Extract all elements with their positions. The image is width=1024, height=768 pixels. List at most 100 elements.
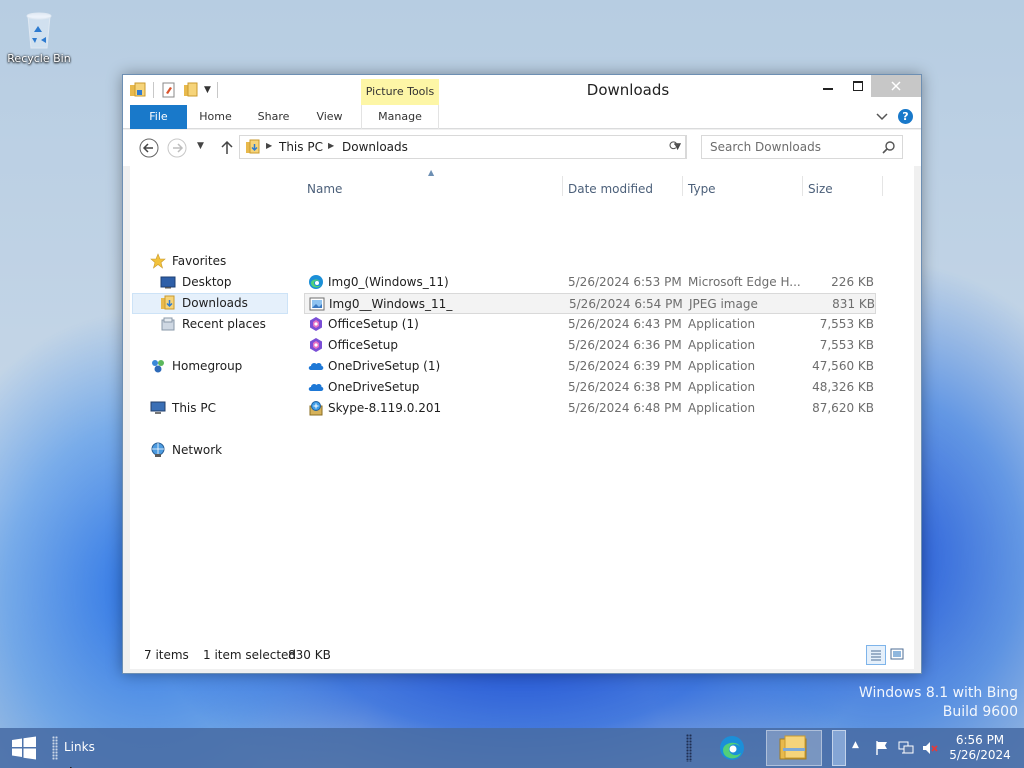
file-name: OneDriveSetup — [328, 380, 420, 394]
details-view-button[interactable] — [866, 645, 886, 665]
file-row[interactable]: OfficeSetup 5/26/2024 6:36 PM Applicatio… — [304, 335, 876, 356]
toolbar-grip[interactable] — [686, 734, 692, 762]
search-input[interactable] — [702, 136, 872, 158]
mouse-pointer-icon — [69, 762, 78, 768]
homegroup-icon — [150, 358, 167, 374]
picture-tools-context-label: Picture Tools — [361, 79, 439, 107]
file-name: OneDriveSetup (1) — [328, 359, 441, 373]
breadcrumb-separator-icon[interactable]: ▶ — [328, 141, 334, 150]
search-box[interactable] — [701, 135, 903, 159]
computer-icon — [150, 400, 167, 416]
file-size: 48,326 KB — [812, 380, 874, 394]
column-separator[interactable] — [682, 176, 683, 196]
file-type: Application — [688, 380, 756, 394]
start-button[interactable] — [10, 736, 38, 760]
file-name: Skype-8.119.0.201 — [328, 401, 442, 415]
status-item-count: 7 items — [144, 648, 189, 662]
maximize-button[interactable] — [843, 75, 873, 97]
column-header-type[interactable]: Type — [688, 182, 716, 196]
minimize-button[interactable] — [813, 75, 843, 97]
tab-file[interactable]: File — [130, 105, 187, 129]
file-size: 7,553 KB — [819, 338, 874, 352]
toolbar-grip[interactable] — [52, 736, 58, 760]
customize-qat-icon[interactable]: ▼ — [204, 85, 211, 95]
column-separator[interactable] — [882, 176, 883, 196]
status-selection-size: 830 KB — [288, 648, 331, 662]
help-icon[interactable]: ? — [898, 109, 913, 124]
properties-icon[interactable] — [160, 81, 178, 99]
file-row[interactable]: OfficeSetup (1) 5/26/2024 6:43 PM Applic… — [304, 314, 876, 335]
tab-home[interactable]: Home — [193, 105, 238, 129]
file-type: Microsoft Edge H... — [688, 275, 801, 289]
file-type: Application — [688, 338, 756, 352]
column-separator[interactable] — [562, 176, 563, 196]
file-date: 5/26/2024 6:54 PM — [569, 297, 683, 311]
tab-share[interactable]: Share — [251, 105, 296, 129]
taskbar: Links ▲ 6:56 PM 5/26/2024 — [0, 728, 1024, 768]
forward-button[interactable] — [167, 138, 187, 158]
file-date: 5/26/2024 6:43 PM — [568, 317, 682, 331]
quick-access-toolbar: ▼ — [129, 81, 220, 99]
file-size: 87,620 KB — [812, 401, 874, 415]
office-icon — [308, 316, 324, 332]
status-selection: 1 item selected — [203, 648, 297, 662]
search-icon[interactable] — [882, 140, 896, 154]
show-hidden-icons-icon[interactable]: ▲ — [852, 740, 859, 750]
setup-icon — [308, 400, 324, 416]
content-area: Favorites Desktop Downloads Recent place… — [130, 166, 914, 669]
taskbar-edge-icon[interactable] — [712, 730, 752, 766]
column-header-size[interactable]: Size — [808, 182, 833, 196]
file-row[interactable]: Skype-8.119.0.201 5/26/2024 6:48 PM Appl… — [304, 398, 876, 419]
column-separator[interactable] — [802, 176, 803, 196]
file-type: Application — [688, 401, 756, 415]
file-row[interactable]: OneDriveSetup 5/26/2024 6:38 PM Applicat… — [304, 377, 876, 398]
recent-places-icon — [160, 316, 177, 332]
file-name: Img0__Windows_11_ — [329, 297, 453, 311]
file-size: 831 KB — [832, 297, 875, 311]
address-bar[interactable]: ▶ This PC ▶ Downloads ▼ — [239, 135, 686, 159]
file-size: 226 KB — [831, 275, 874, 289]
column-header-date-modified[interactable]: Date modified — [568, 182, 653, 196]
downloads-folder-icon — [245, 139, 261, 155]
file-row[interactable]: OneDriveSetup (1) 5/26/2024 6:39 PM Appl… — [304, 356, 876, 377]
window-title: Downloads — [586, 81, 670, 99]
taskbar-file-explorer-icon[interactable] — [766, 730, 822, 766]
up-button[interactable] — [217, 138, 237, 158]
links-toolbar[interactable]: Links — [64, 740, 95, 754]
file-size: 7,553 KB — [819, 317, 874, 331]
recent-locations-icon[interactable]: ▼ — [197, 141, 204, 151]
file-type: JPEG image — [689, 297, 758, 311]
taskbar-scroll-icon[interactable] — [832, 730, 846, 766]
action-center-flag-icon[interactable] — [874, 740, 890, 756]
nav-label: Network — [172, 443, 223, 457]
explorer-window: ▼ Picture Tools Downloads File Home Shar… — [122, 74, 922, 674]
title-bar[interactable]: ▼ Picture Tools Downloads — [123, 75, 921, 107]
nav-label: Favorites — [172, 254, 227, 268]
network-tray-icon[interactable] — [898, 740, 914, 756]
file-date: 5/26/2024 6:39 PM — [568, 359, 682, 373]
folder-app-icon[interactable] — [129, 81, 147, 99]
tab-view[interactable]: View — [307, 105, 352, 129]
large-icons-view-button[interactable] — [888, 645, 908, 665]
breadcrumb-separator-icon[interactable]: ▶ — [266, 141, 272, 150]
new-folder-icon[interactable] — [182, 81, 200, 99]
file-row[interactable]: Img0_(Windows_11) 5/26/2024 6:53 PM Micr… — [304, 272, 876, 293]
ribbon-controls: ? — [876, 109, 913, 124]
column-header-name[interactable]: Name — [307, 182, 342, 196]
ribbon-tab-bar: File Home Share View Manage ? — [123, 105, 921, 129]
watermark-edition: Windows 8.1 with Bing — [858, 685, 1018, 701]
tab-manage[interactable]: Manage — [361, 105, 439, 129]
file-name: Img0_(Windows_11) — [328, 275, 449, 289]
expand-ribbon-icon[interactable] — [876, 110, 888, 124]
close-button[interactable] — [871, 75, 921, 97]
refresh-button[interactable]: ⟳ — [663, 135, 687, 159]
file-size: 47,560 KB — [812, 359, 874, 373]
breadcrumb-downloads[interactable]: Downloads — [342, 140, 408, 154]
file-row[interactable]: Img0__Windows_11_ 5/26/2024 6:54 PM JPEG… — [304, 293, 876, 314]
volume-muted-icon[interactable] — [922, 740, 938, 756]
nav-label: Homegroup — [172, 359, 243, 373]
breadcrumb-this-pc[interactable]: This PC — [279, 140, 323, 154]
back-button[interactable] — [139, 138, 159, 158]
system-clock[interactable]: 6:56 PM 5/26/2024 — [944, 733, 1016, 763]
recycle-bin[interactable]: Recycle Bin — [4, 6, 74, 65]
